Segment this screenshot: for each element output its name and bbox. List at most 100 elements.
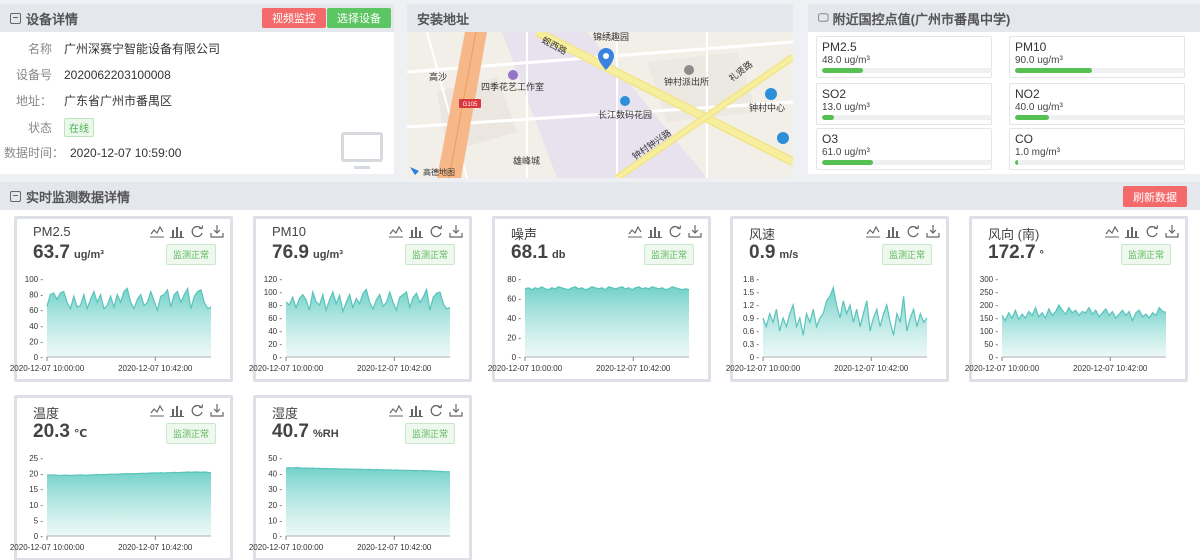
download-icon[interactable] bbox=[1165, 224, 1179, 238]
map-label-2: 钟村派出所 bbox=[664, 76, 709, 87]
select-device-button[interactable]: 选择设备 bbox=[327, 8, 391, 28]
sensor-trend-chart: 0 - 10 - 20 - 30 - 40 - 50 - 2020-12-07 10:00:… bbox=[249, 454, 451, 552]
y-tick-label: 20 - bbox=[29, 470, 43, 479]
aq-name: PM10 bbox=[1015, 40, 1047, 54]
download-icon[interactable] bbox=[210, 224, 224, 238]
x-tick-label: 2020-12-07 10:00:00 bbox=[10, 543, 85, 552]
bar-chart-icon[interactable] bbox=[648, 224, 662, 238]
bar-chart-icon[interactable] bbox=[170, 224, 184, 238]
line-chart-icon[interactable] bbox=[1105, 224, 1119, 238]
bar-chart-icon[interactable] bbox=[409, 224, 423, 238]
download-icon[interactable] bbox=[449, 224, 463, 238]
y-tick-label: 0.3 - bbox=[743, 340, 759, 349]
download-icon[interactable] bbox=[449, 403, 463, 417]
x-tick-label: 2020-12-07 10:42:00 bbox=[834, 364, 909, 373]
monitor-status-badge: 监测正常 bbox=[165, 423, 216, 444]
download-icon[interactable] bbox=[688, 224, 702, 238]
monitor-status-badge: 监测正常 bbox=[643, 244, 694, 265]
x-tick-label: 2020-12-07 10:42:00 bbox=[357, 543, 432, 552]
device-time-value: 2020-12-07 10:59:00 bbox=[70, 145, 182, 160]
x-tick-label: 2020-12-07 10:00:00 bbox=[965, 364, 1040, 373]
sensor-trend-chart: 0 - 20 - 40 - 60 - 80 - 2020-12-07 10:00:00 20… bbox=[488, 275, 690, 373]
map-panel-header: 安装地址 bbox=[407, 4, 793, 32]
line-chart-icon[interactable] bbox=[866, 224, 880, 238]
refresh-icon[interactable] bbox=[429, 224, 443, 238]
aq-bar bbox=[822, 160, 992, 165]
monitor-status-badge: 监测正常 bbox=[404, 244, 455, 265]
sensor-name: PM10 bbox=[272, 224, 306, 239]
y-tick-label: 1.8 - bbox=[743, 275, 759, 284]
bar-chart-icon[interactable] bbox=[409, 403, 423, 417]
line-chart-icon[interactable] bbox=[389, 403, 403, 417]
card-toolbar bbox=[150, 403, 224, 417]
sensor-unit: ug/m³ bbox=[312, 249, 343, 261]
video-monitor-button[interactable]: 视频监控 bbox=[262, 8, 326, 28]
area-fill bbox=[286, 467, 450, 536]
bar-chart-icon[interactable] bbox=[886, 224, 900, 238]
y-tick-label: 20 - bbox=[29, 337, 43, 346]
map-label-4: 钟村中心 bbox=[749, 102, 785, 113]
aq-bar bbox=[822, 68, 992, 73]
device-detail-icon bbox=[10, 12, 21, 24]
refresh-data-button[interactable]: 刷新数据 bbox=[1123, 186, 1187, 207]
y-tick-label: 10 - bbox=[268, 516, 282, 525]
refresh-icon[interactable] bbox=[906, 224, 920, 238]
y-tick-label: 120 - bbox=[264, 275, 283, 284]
line-chart-icon[interactable] bbox=[389, 224, 403, 238]
sensor-reading: 0.9 bbox=[749, 242, 776, 263]
aq-bar-fill bbox=[1015, 160, 1019, 165]
refresh-icon[interactable] bbox=[190, 403, 204, 417]
refresh-icon[interactable] bbox=[668, 224, 682, 238]
y-tick-label: 250 - bbox=[980, 288, 999, 297]
device-panel: 设备详情 视频监控 选择设备 名称 广州深赛宁智能设备有限公司 设备号 2020… bbox=[0, 4, 394, 174]
aq-name: O3 bbox=[822, 132, 839, 146]
aq-value: 1.0 mg/m³ bbox=[1015, 147, 1061, 158]
map-label-g105: G105 bbox=[463, 102, 478, 108]
realtime-panel-header: 实时监测数据详情 bbox=[0, 182, 1200, 210]
x-tick-label: 2020-12-07 10:42:00 bbox=[118, 543, 193, 552]
device-id-row: 设备号 2020062203100008 bbox=[0, 66, 171, 83]
map-label-7: 长江数码花园 bbox=[598, 109, 652, 120]
aq-value: 61.0 ug/m³ bbox=[822, 147, 870, 158]
sensor-value: 172.7 ° bbox=[988, 242, 1044, 264]
aq-card-pm25: PM2.5 48.0 ug/m³ bbox=[816, 36, 992, 78]
x-tick-label: 2020-12-07 10:42:00 bbox=[1073, 364, 1148, 373]
refresh-icon[interactable] bbox=[190, 224, 204, 238]
aq-bar-fill bbox=[822, 160, 873, 165]
y-tick-label: 0 - bbox=[989, 353, 999, 362]
monitor-status-badge: 监测正常 bbox=[404, 423, 455, 444]
monitor-station-icon: 🖵 bbox=[818, 11, 829, 24]
device-status-row: 状态 在线 bbox=[0, 118, 94, 137]
aq-bar bbox=[1015, 160, 1185, 165]
device-time-label: 数据时间： bbox=[3, 146, 64, 160]
aq-value: 40.0 ug/m³ bbox=[1015, 102, 1063, 113]
aq-name: NO2 bbox=[1015, 87, 1040, 101]
bar-chart-icon[interactable] bbox=[170, 403, 184, 417]
y-tick-label: 0 - bbox=[34, 353, 44, 362]
device-status-label: 状态 bbox=[27, 121, 52, 135]
refresh-icon[interactable] bbox=[1145, 224, 1159, 238]
y-tick-label: 150 - bbox=[980, 314, 999, 323]
refresh-icon[interactable] bbox=[429, 403, 443, 417]
y-tick-label: 40 - bbox=[29, 322, 43, 331]
x-tick-label: 2020-12-07 10:42:00 bbox=[118, 364, 193, 373]
y-tick-label: 200 - bbox=[980, 301, 999, 310]
line-chart-icon[interactable] bbox=[628, 224, 642, 238]
line-chart-icon[interactable] bbox=[150, 403, 164, 417]
y-tick-label: 80 - bbox=[507, 275, 521, 284]
y-tick-label: 50 - bbox=[268, 454, 282, 463]
sensor-name: 湿度 bbox=[272, 406, 299, 421]
sensor-value: 0.9 m/s bbox=[749, 242, 798, 264]
sensor-unit: ℃ bbox=[73, 428, 88, 440]
download-icon[interactable] bbox=[926, 224, 940, 238]
monitor-status-badge: 监测正常 bbox=[881, 244, 932, 265]
device-address-label: 地址： bbox=[15, 94, 52, 108]
monitor-icon bbox=[341, 132, 383, 169]
aq-name: CO bbox=[1015, 132, 1033, 146]
x-tick-label: 2020-12-07 10:00:00 bbox=[726, 364, 801, 373]
line-chart-icon[interactable] bbox=[150, 224, 164, 238]
download-icon[interactable] bbox=[210, 403, 224, 417]
bar-chart-icon[interactable] bbox=[1125, 224, 1139, 238]
location-map[interactable]: G105 锦绣趣园 钟村派出所 礼贤路 钟村中心 四季花艺工作室 高沙 长江数码… bbox=[407, 32, 793, 178]
sensor-reading: 172.7 bbox=[988, 242, 1036, 263]
